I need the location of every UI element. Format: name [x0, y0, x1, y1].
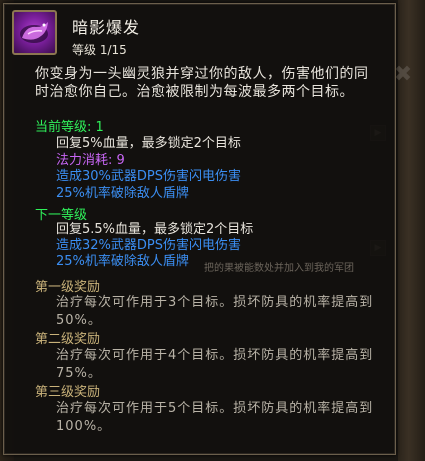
reward-text: 治疗每次可作用于3个目标。损坏防具的机率提高到50%。 — [56, 295, 374, 328]
skill-level: 等级 1/15 — [72, 43, 127, 57]
skill-tooltip: 暗影爆发 等级 1/15 你变身为一头幽灵狼并穿过你的敌人，伤害他们的同时治愈你… — [3, 3, 396, 455]
skill-name: 暗影爆发 — [72, 18, 141, 37]
skill-description: 你变身为一头幽灵狼并穿过你的敌人，伤害他们的同时治愈你自己。治愈被限制为每波最多… — [35, 66, 369, 100]
current-mana-cost: 法力消耗: 9 — [56, 153, 125, 168]
current-heal: 回复5%血量，最多锁定2个目标 — [56, 136, 241, 151]
current-damage: 造成30%武器DPS伤害闪电伤害 — [56, 169, 241, 184]
current-shield-break: 25%机率破除敌人盾牌 — [56, 186, 189, 201]
reward-title: 第三级奖励 — [35, 385, 101, 400]
reward-title: 第二级奖励 — [35, 332, 101, 347]
current-level-header: 当前等级: 1 — [35, 120, 104, 135]
reward-text: 治疗每次可作用于5个目标。损坏防具的机率提高到100%。 — [56, 401, 374, 434]
next-heal: 回复5.5%血量，最多锁定2个目标 — [56, 222, 254, 237]
next-damage: 造成32%武器DPS伤害闪电伤害 — [56, 238, 241, 253]
next-shield-break: 25%机率破除敌人盾牌 — [56, 254, 189, 269]
background-faded-text: 把的果被能数处并加入到我的军团 — [204, 263, 354, 274]
reward-text: 治疗每次可作用于4个目标。损坏防具的机率提高到75%。 — [56, 348, 374, 381]
shadow-wolf-icon — [12, 10, 57, 55]
